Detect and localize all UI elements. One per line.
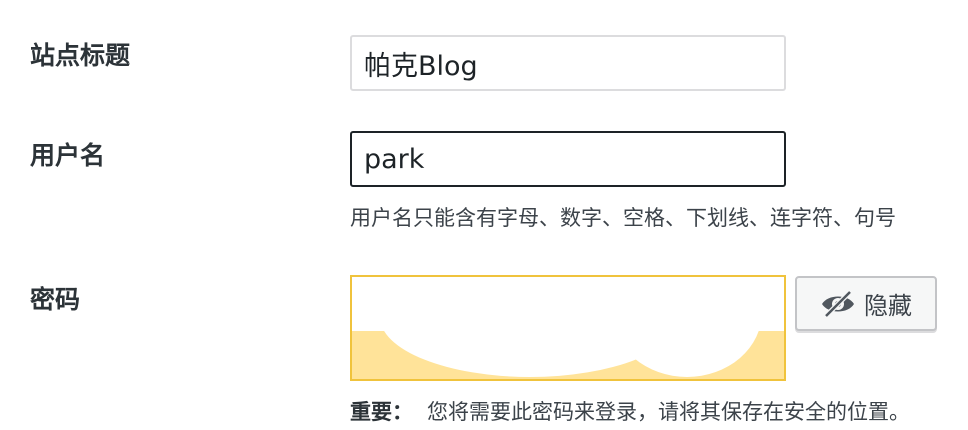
hide-password-label: 隐藏	[864, 292, 912, 320]
eye-slash-icon	[820, 289, 856, 319]
site-title-input[interactable]	[350, 35, 786, 91]
hide-password-button[interactable]: 隐藏	[795, 276, 937, 331]
username-input[interactable]	[350, 131, 786, 187]
username-label: 用户名	[30, 141, 106, 170]
username-hint: 用户名只能含有字母、数字、空格、下划线、连字符、句号	[350, 206, 896, 230]
site-title-label: 站点标题	[30, 41, 131, 70]
important-label: 重要：	[350, 400, 413, 424]
important-text: 您将需要此密码来登录，请将其保存在安全的位置。	[427, 400, 910, 424]
password-input[interactable]	[350, 275, 786, 381]
password-label: 密码	[30, 285, 81, 314]
password-important-note: 重要： 您将需要此密码来登录，请将其保存在安全的位置。	[350, 396, 910, 426]
